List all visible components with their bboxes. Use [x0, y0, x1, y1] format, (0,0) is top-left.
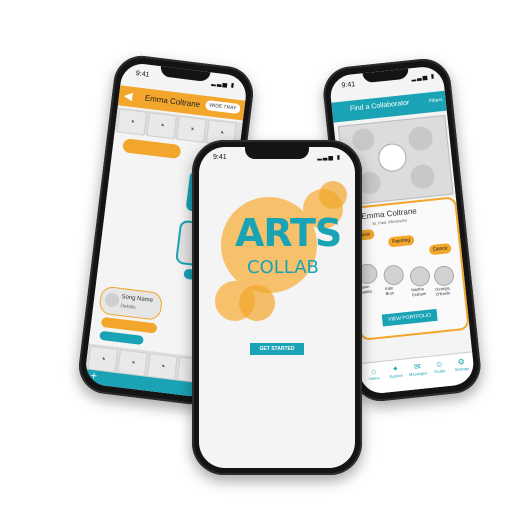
map-node[interactable]	[407, 125, 434, 152]
tab-settings[interactable]: ⚙ Settings	[451, 357, 472, 373]
person-last-name: Mattiso	[359, 288, 373, 295]
signal-icon: ▂▃▅ ▮	[411, 73, 436, 83]
tray-item[interactable]: ◔	[117, 349, 148, 377]
tab-label: Profile	[434, 368, 446, 375]
tray-item[interactable]: ◔	[146, 352, 178, 381]
get-started-button[interactable]: GET STARTED	[250, 343, 304, 355]
avatar	[433, 264, 456, 287]
tray-item[interactable]: ◔	[176, 115, 207, 143]
tray-item[interactable]: ◔	[146, 112, 178, 140]
profile-card: Emma Coltrane St. Paul, Minnesota Music …	[346, 196, 470, 341]
status-time: 9:41	[341, 81, 356, 90]
tab-label: Messages	[408, 370, 428, 378]
back-arrow-icon[interactable]: ◀	[123, 89, 133, 103]
tab-profile[interactable]: ☺ Profile	[429, 359, 450, 375]
chat-title: Emma Coltrane	[144, 93, 201, 110]
view-portfolio-button[interactable]: VIEW PORTFOLIO	[381, 308, 438, 327]
tag-painting[interactable]: Painting	[387, 234, 415, 248]
tab-explore[interactable]: ✦ Explore	[385, 363, 406, 379]
song-name: Song Name	[121, 294, 154, 304]
logo-text-arts: ARTS	[235, 211, 342, 255]
tab-label: Explore	[389, 372, 404, 380]
person-item[interactable]: Georgia O'Keefe	[433, 264, 462, 297]
person-item[interactable]: Kate Brun	[382, 264, 410, 297]
avatar	[382, 264, 405, 287]
wide-tray-button[interactable]: WIDE TRAY	[204, 99, 241, 115]
status-time: 9:41	[135, 70, 150, 79]
map-node[interactable]	[376, 142, 408, 173]
tray-item[interactable]: ◔	[116, 108, 148, 136]
tray-item[interactable]: ◔	[87, 345, 119, 373]
person-last-name: Brun	[385, 290, 395, 297]
map-node[interactable]	[409, 163, 436, 190]
song-icon	[104, 292, 120, 308]
message-bubble	[99, 330, 144, 346]
tab-label: Settings	[454, 365, 470, 373]
tab-label: Home	[368, 375, 380, 382]
logo-text-collab: COLLAB	[247, 257, 319, 278]
center-phone: 9:41 ▂▃▅ ▮ ARTS COLLAB GET STARTED	[192, 140, 362, 475]
logo: ARTS COLLAB	[199, 147, 355, 347]
filters-button[interactable]: Filters	[429, 97, 443, 104]
logo-circle	[319, 181, 347, 209]
logo-circle	[239, 285, 275, 321]
bottom-tab-bar: ⌂ Home ✦ Explore ✉ Messages ☺ Profile ⚙ …	[358, 351, 476, 396]
signal-icon: ▂▃▅ ▮	[211, 80, 236, 90]
tag-dance[interactable]: Dance	[428, 242, 453, 256]
avatar	[408, 265, 431, 288]
page-title: Find a Collaborator	[349, 99, 410, 113]
center-screen: 9:41 ▂▃▅ ▮ ARTS COLLAB GET STARTED	[199, 147, 355, 468]
person-item[interactable]: Martha Graham	[408, 265, 436, 298]
message-bubble	[122, 138, 182, 160]
song-details: Details	[120, 303, 136, 311]
plus-icon[interactable]: +	[90, 370, 98, 383]
tab-home[interactable]: ⌂ Home	[363, 366, 384, 382]
song-card[interactable]: Song Name Details	[98, 285, 164, 321]
tab-messages[interactable]: ✉ Messages	[407, 361, 428, 377]
person-last-name: Graham	[411, 290, 427, 298]
